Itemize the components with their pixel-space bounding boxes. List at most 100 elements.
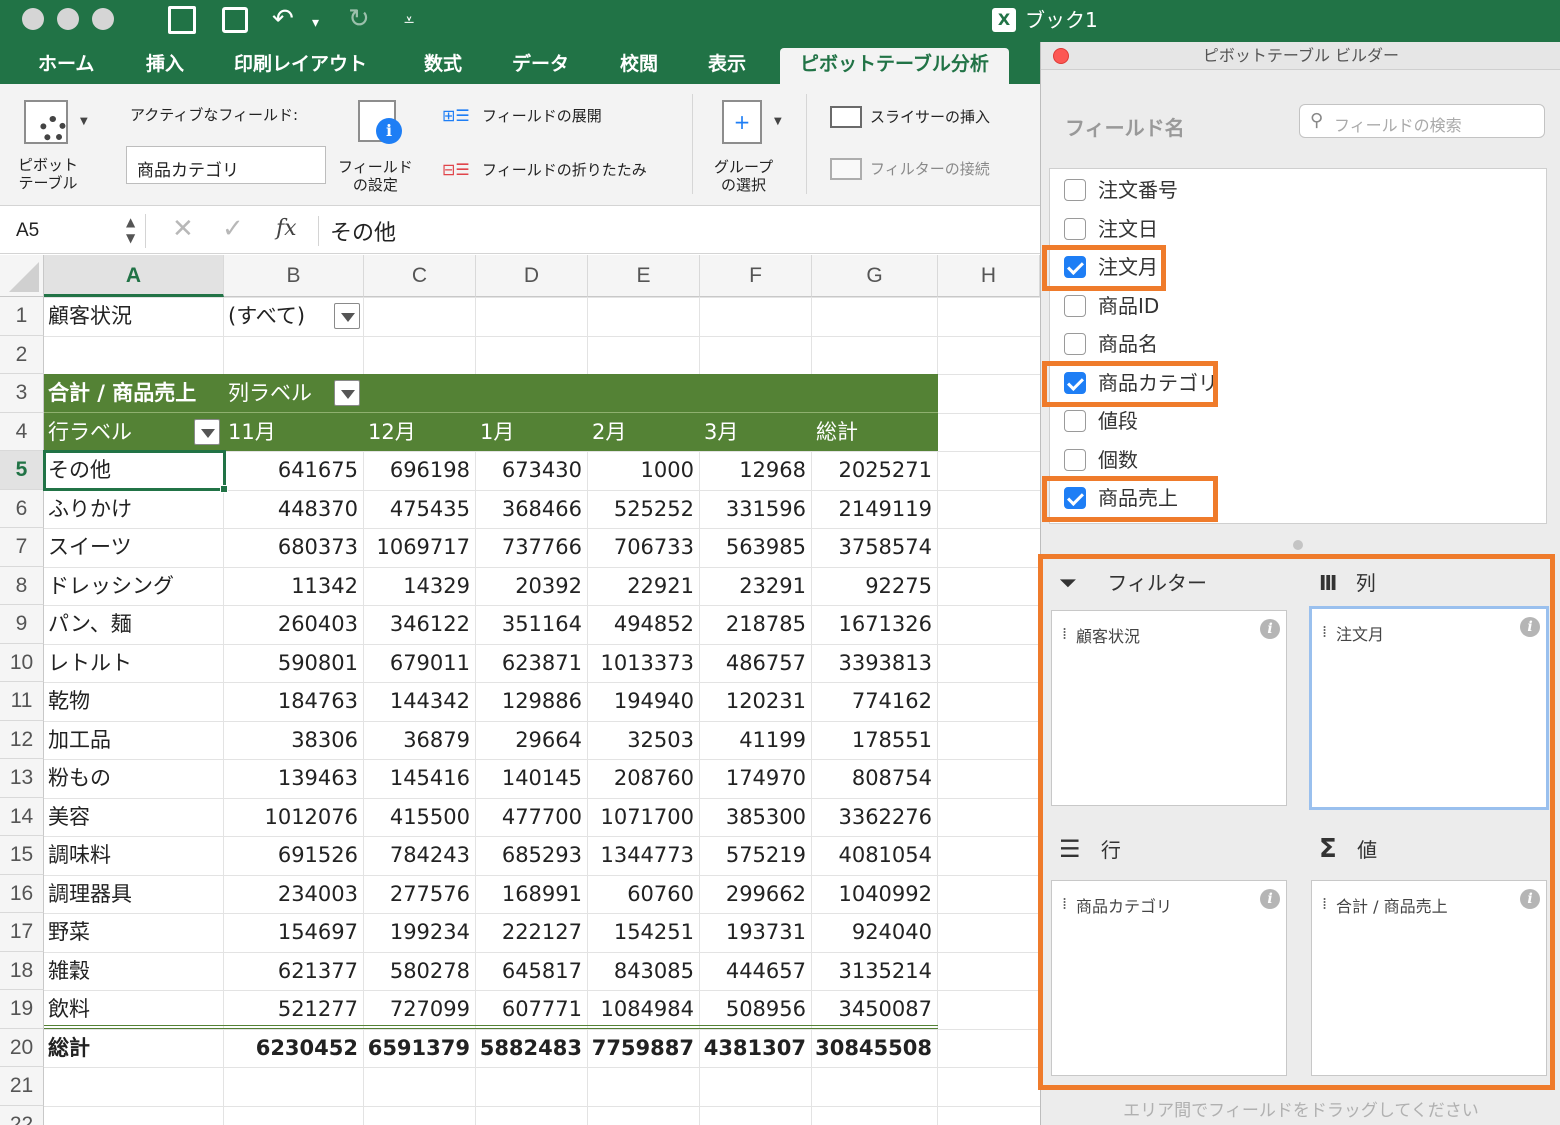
- row-header-14[interactable]: 14: [0, 797, 44, 836]
- row-label[interactable]: 乾物: [48, 682, 220, 721]
- row-header-13[interactable]: 13: [0, 759, 44, 798]
- value-cell[interactable]: 1671326: [812, 605, 938, 644]
- value-cell[interactable]: 3362276: [812, 798, 938, 837]
- field-item[interactable]: 注文日: [1064, 212, 1364, 246]
- value-cell[interactable]: 32503: [588, 721, 700, 760]
- info-icon[interactable]: i: [1260, 889, 1280, 909]
- name-box[interactable]: A5 ▲ ▼: [8, 214, 146, 248]
- tab-page-layout[interactable]: 印刷レイアウト: [234, 48, 367, 84]
- value-cell[interactable]: 2025271: [812, 451, 938, 490]
- minimize-window-button[interactable]: [57, 8, 79, 30]
- row-label[interactable]: ドレッシング: [48, 567, 220, 606]
- value-cell[interactable]: 346122: [364, 605, 476, 644]
- value-cell[interactable]: 1013373: [588, 644, 700, 683]
- field-search-input[interactable]: ⚲ フィールドの検索: [1299, 104, 1545, 138]
- value-cell[interactable]: 174970: [700, 759, 812, 798]
- column-header-f[interactable]: F: [700, 255, 812, 297]
- value-cell[interactable]: 621377: [224, 952, 364, 991]
- checkbox-unchecked[interactable]: [1064, 448, 1086, 471]
- value-cell[interactable]: 14329: [364, 567, 476, 606]
- column-header-h[interactable]: H: [938, 255, 1040, 297]
- value-cell[interactable]: 1000: [588, 451, 700, 490]
- checkbox-unchecked[interactable]: [1064, 294, 1086, 317]
- row-label[interactable]: 美容: [48, 798, 220, 837]
- value-cell[interactable]: 1040992: [812, 875, 938, 914]
- column-labels-caption[interactable]: 列ラベル: [228, 374, 328, 413]
- row-header-16[interactable]: 16: [0, 874, 44, 913]
- filter-area-item[interactable]: 顧客状況: [1076, 623, 1140, 647]
- value-cell[interactable]: 351164: [476, 605, 588, 644]
- value-cell[interactable]: 737766: [476, 528, 588, 567]
- column-header-b[interactable]: B: [224, 255, 364, 297]
- row-header-7[interactable]: 7: [0, 528, 44, 567]
- filter-area-dropzone[interactable]: ⁞ 顧客状況 i: [1051, 610, 1287, 806]
- grand-total-cell[interactable]: 6230452: [224, 1029, 364, 1068]
- grand-total-cell[interactable]: 5882483: [476, 1029, 588, 1068]
- rows-area-item[interactable]: 商品カテゴリ: [1076, 893, 1172, 917]
- info-icon[interactable]: i: [1520, 617, 1540, 637]
- value-cell[interactable]: 1012076: [224, 798, 364, 837]
- undo-icon[interactable]: ↶: [272, 4, 294, 34]
- value-cell[interactable]: 924040: [812, 913, 938, 952]
- value-cell[interactable]: 218785: [700, 605, 812, 644]
- value-cell[interactable]: 843085: [588, 952, 700, 991]
- save-icon[interactable]: [222, 7, 248, 33]
- value-cell[interactable]: 277576: [364, 875, 476, 914]
- column-header-g[interactable]: G: [812, 255, 938, 297]
- grand-total-cell[interactable]: 7759887: [588, 1029, 700, 1068]
- row-header-5[interactable]: 5: [0, 451, 44, 490]
- row-label[interactable]: 調味料: [48, 836, 220, 875]
- value-cell[interactable]: 685293: [476, 836, 588, 875]
- columns-area-item[interactable]: 注文月: [1336, 621, 1384, 645]
- value-cell[interactable]: 1071700: [588, 798, 700, 837]
- row-header-17[interactable]: 17: [0, 913, 44, 952]
- value-cell[interactable]: 184763: [224, 682, 364, 721]
- filter-dropdown-icon[interactable]: [334, 303, 360, 329]
- value-cell[interactable]: 696198: [364, 451, 476, 490]
- value-cell[interactable]: 645817: [476, 952, 588, 991]
- value-cell[interactable]: 222127: [476, 913, 588, 952]
- row-label[interactable]: 野菜: [48, 913, 220, 952]
- value-cell[interactable]: 178551: [812, 721, 938, 760]
- checkbox-unchecked[interactable]: [1064, 333, 1086, 355]
- value-cell[interactable]: 808754: [812, 759, 938, 798]
- row-header-21[interactable]: 21: [0, 1067, 44, 1106]
- value-cell[interactable]: 92275: [812, 567, 938, 606]
- field-item[interactable]: 個数: [1064, 443, 1364, 477]
- month-header[interactable]: 1月: [480, 413, 590, 452]
- insert-function-icon[interactable]: fx: [276, 216, 297, 241]
- value-cell[interactable]: 140145: [476, 759, 588, 798]
- value-cell[interactable]: 22921: [588, 567, 700, 606]
- row-label[interactable]: 雑穀: [48, 952, 220, 991]
- sidebar-toggle-icon[interactable]: [168, 6, 196, 34]
- value-cell[interactable]: 199234: [364, 913, 476, 952]
- value-cell[interactable]: 691526: [224, 836, 364, 875]
- value-cell[interactable]: 234003: [224, 875, 364, 914]
- value-cell[interactable]: 727099: [364, 990, 476, 1029]
- value-cell[interactable]: 3135214: [812, 952, 938, 991]
- value-cell[interactable]: 129886: [476, 682, 588, 721]
- select-all-corner[interactable]: [0, 255, 44, 297]
- tab-data[interactable]: データ: [512, 48, 569, 84]
- value-cell[interactable]: 36879: [364, 721, 476, 760]
- field-item[interactable]: 商品ID: [1064, 289, 1364, 323]
- customize-toolbar-icon[interactable]: ⩡: [404, 6, 414, 36]
- tab-home[interactable]: ホーム: [38, 48, 94, 84]
- redo-icon[interactable]: ↻: [348, 4, 370, 34]
- grand-total-label[interactable]: 総計: [48, 1029, 220, 1068]
- row-header-15[interactable]: 15: [0, 836, 44, 875]
- row-label[interactable]: スイーツ: [48, 528, 220, 567]
- column-header-c[interactable]: C: [364, 255, 476, 297]
- filter-field-label[interactable]: 顧客状況: [48, 297, 218, 336]
- column-labels-dropdown-icon[interactable]: [334, 380, 360, 406]
- row-header-2[interactable]: 2: [0, 335, 44, 374]
- columns-area-dropzone[interactable]: ⁞ 注文月 i: [1309, 606, 1549, 810]
- value-cell[interactable]: 139463: [224, 759, 364, 798]
- value-cell[interactable]: 494852: [588, 605, 700, 644]
- value-cell[interactable]: 11342: [224, 567, 364, 606]
- cancel-icon[interactable]: ✕: [172, 214, 194, 244]
- value-cell[interactable]: 193731: [700, 913, 812, 952]
- value-cell[interactable]: 3758574: [812, 528, 938, 567]
- value-cell[interactable]: 60760: [588, 875, 700, 914]
- field-item[interactable]: 値段: [1064, 404, 1364, 438]
